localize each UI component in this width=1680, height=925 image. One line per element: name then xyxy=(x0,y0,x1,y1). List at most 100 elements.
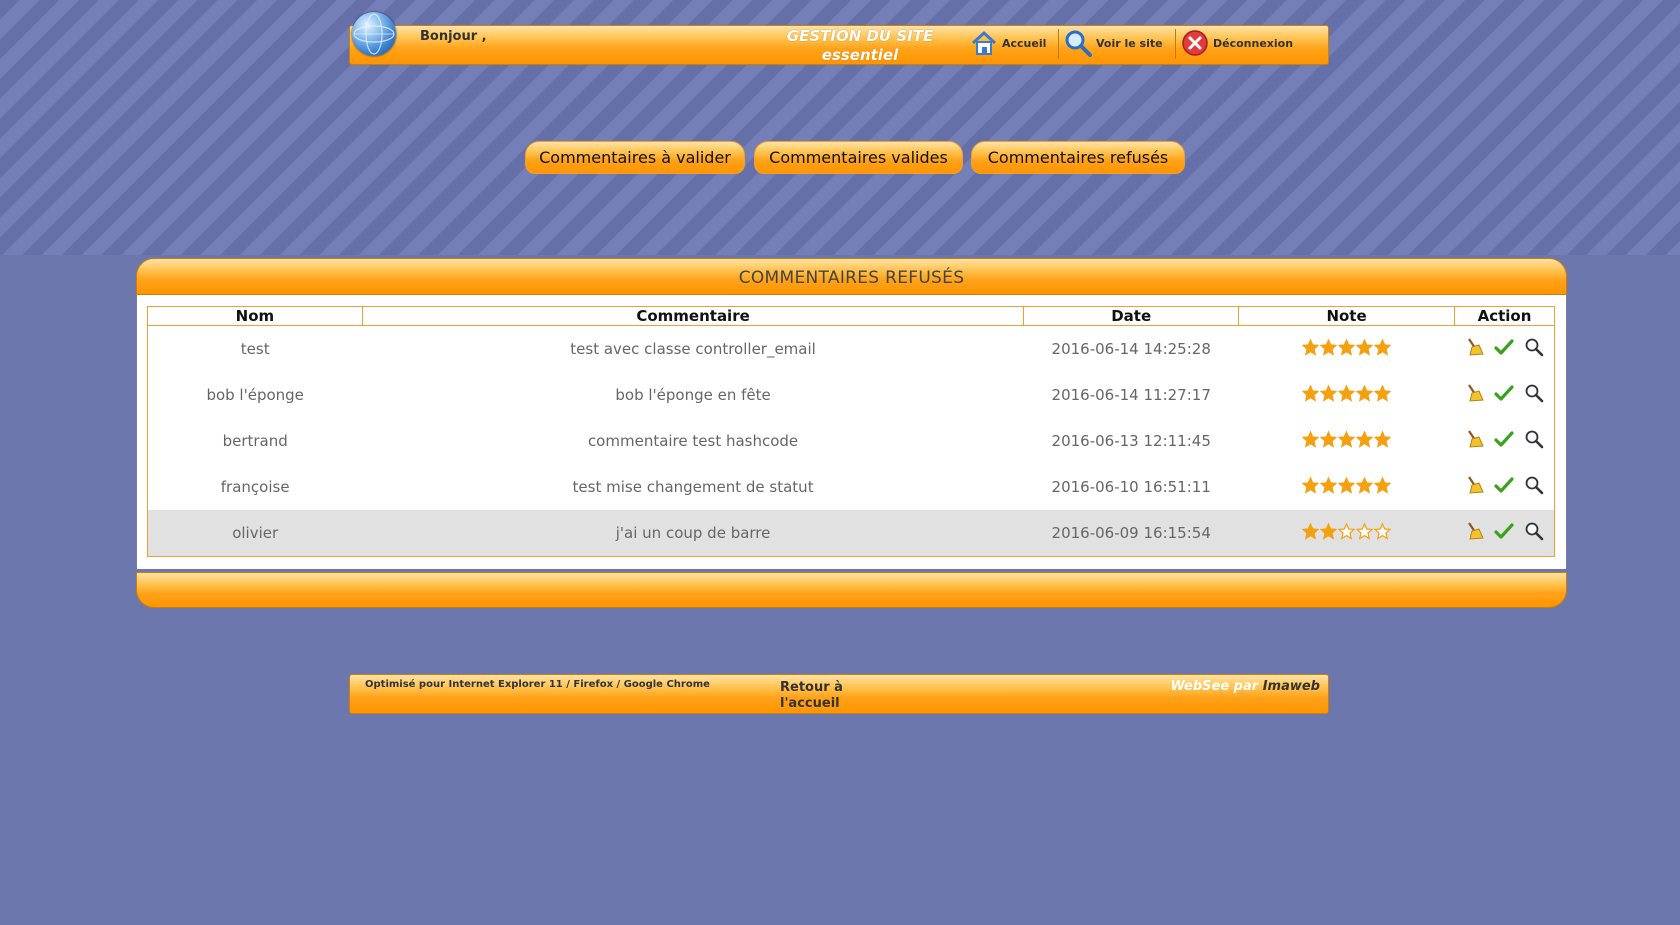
col-header-commentaire: Commentaire xyxy=(361,306,1025,326)
nav-divider xyxy=(1175,29,1176,59)
magnifier-icon[interactable] xyxy=(1524,521,1544,541)
footer-optimized-text: Optimisé pour Internet Explorer 11 / Fir… xyxy=(365,679,710,690)
site-title-line1: GESTION DU SITE xyxy=(786,27,934,45)
row-actions xyxy=(1464,521,1544,541)
cell-commentaire: test mise changement de statut xyxy=(572,478,814,496)
star-filled-icon xyxy=(1320,338,1338,356)
cell-date: 2016-06-09 16:15:54 xyxy=(1023,510,1239,557)
table-row: françoise test mise changement de statut 2… xyxy=(148,464,1555,510)
nav-accueil[interactable]: Accueil xyxy=(970,28,1046,58)
cell-nom: bertrand xyxy=(222,432,288,450)
row-actions xyxy=(1464,475,1544,495)
site-title: GESTION DU SITE essentiel xyxy=(760,27,960,65)
magnifier-icon xyxy=(1065,30,1092,57)
star-empty-icon xyxy=(1374,522,1392,540)
star-filled-icon xyxy=(1356,384,1374,402)
check-icon[interactable] xyxy=(1494,337,1514,357)
star-filled-icon xyxy=(1302,338,1320,356)
cell-date: 2016-06-14 11:27:17 xyxy=(1051,386,1211,404)
home-icon xyxy=(971,30,997,55)
nav-voir-le-site[interactable]: Voir le site xyxy=(1064,28,1163,58)
nav-voir-le-site-label: Voir le site xyxy=(1096,36,1163,50)
rating-stars xyxy=(1302,476,1392,494)
tab-commentaires-valides[interactable]: Commentaires valides xyxy=(754,141,963,174)
col-header-nom: Nom xyxy=(147,306,363,326)
magnifier-icon[interactable] xyxy=(1524,475,1544,495)
magnifier-icon[interactable] xyxy=(1524,337,1544,357)
star-filled-icon xyxy=(1374,338,1392,356)
broom-icon[interactable] xyxy=(1464,337,1484,357)
broom-icon[interactable] xyxy=(1464,383,1484,403)
star-empty-icon xyxy=(1338,522,1356,540)
row-actions xyxy=(1464,337,1544,357)
cell-action xyxy=(1454,372,1554,418)
col-header-action: Action xyxy=(1453,306,1556,326)
footer-brand: WebSee par Imaweb xyxy=(1160,679,1320,694)
row-actions xyxy=(1464,383,1544,403)
cell-action xyxy=(1454,418,1554,464)
star-filled-icon xyxy=(1356,476,1374,494)
star-filled-icon xyxy=(1374,476,1392,494)
logout-icon xyxy=(1182,30,1208,56)
cell-commentaire: j'ai un coup de barre xyxy=(362,510,1024,557)
check-icon[interactable] xyxy=(1494,383,1514,403)
star-filled-icon xyxy=(1302,476,1320,494)
rating-stars xyxy=(1302,384,1392,402)
cell-nom: bob l'éponge xyxy=(206,386,304,404)
greeting-text: Bonjour , xyxy=(420,29,487,44)
cell-commentaire: commentaire test hashcode xyxy=(587,432,799,450)
check-icon[interactable] xyxy=(1494,521,1514,541)
star-filled-icon xyxy=(1356,338,1374,356)
star-filled-icon xyxy=(1302,430,1320,448)
site-title-line2: essentiel xyxy=(821,46,899,64)
cell-commentaire: bob l'éponge en fête xyxy=(615,386,771,404)
broom-icon[interactable] xyxy=(1464,429,1484,449)
star-filled-icon xyxy=(1338,430,1356,448)
rating-stars xyxy=(1302,430,1392,448)
star-filled-icon xyxy=(1320,476,1338,494)
tab-commentaires-refuses[interactable]: Commentaires refusés xyxy=(971,141,1185,174)
star-filled-icon xyxy=(1320,384,1338,402)
cell-action xyxy=(1454,326,1554,373)
star-filled-icon xyxy=(1302,522,1320,540)
footer-brand-name: Imaweb xyxy=(1262,679,1320,694)
star-filled-icon xyxy=(1374,430,1392,448)
magnifier-icon[interactable] xyxy=(1524,383,1544,403)
cell-note xyxy=(1239,464,1455,510)
star-filled-icon xyxy=(1374,384,1392,402)
nav-deconnexion-label: Déconnexion xyxy=(1213,36,1294,50)
footer-back-link[interactable]: Retour à l'accueil xyxy=(780,680,870,712)
cell-note xyxy=(1239,326,1455,373)
broom-icon[interactable] xyxy=(1464,521,1484,541)
star-filled-icon xyxy=(1320,522,1338,540)
star-filled-icon xyxy=(1338,384,1356,402)
cell-note xyxy=(1239,372,1455,418)
nav-accueil-label: Accueil xyxy=(1002,36,1047,50)
rating-stars xyxy=(1302,338,1392,356)
footer-back-line1: Retour à xyxy=(780,680,843,695)
star-filled-icon xyxy=(1338,338,1356,356)
star-empty-icon xyxy=(1356,522,1374,540)
nav-deconnexion[interactable]: Déconnexion xyxy=(1181,28,1293,58)
cell-action xyxy=(1454,464,1554,510)
cell-nom: test xyxy=(240,340,270,358)
col-header-date: Date xyxy=(1023,306,1240,326)
panel-footer xyxy=(136,572,1567,608)
cell-action xyxy=(1454,510,1555,557)
footer-brand-prefix: WebSee par xyxy=(1170,679,1259,694)
star-filled-icon xyxy=(1302,384,1320,402)
check-icon[interactable] xyxy=(1494,475,1514,495)
nav-divider xyxy=(1058,29,1059,59)
cell-date: 2016-06-10 16:51:11 xyxy=(1051,478,1211,496)
broom-icon[interactable] xyxy=(1464,475,1484,495)
star-filled-icon xyxy=(1320,430,1338,448)
check-icon[interactable] xyxy=(1494,429,1514,449)
table-row: bertrand commentaire test hashcode 2016-06… xyxy=(148,418,1555,464)
star-filled-icon xyxy=(1356,430,1374,448)
panel-title: COMMENTAIRES REFUSÉS xyxy=(738,268,965,288)
comments-table: Nom Commentaire Date Note Action test tes… xyxy=(147,306,1556,557)
cell-date: 2016-06-14 14:25:28 xyxy=(1051,340,1211,358)
magnifier-icon[interactable] xyxy=(1524,429,1544,449)
tab-commentaires-a-valider[interactable]: Commentaires à valider xyxy=(525,141,745,174)
cell-nom: olivier xyxy=(147,510,363,557)
